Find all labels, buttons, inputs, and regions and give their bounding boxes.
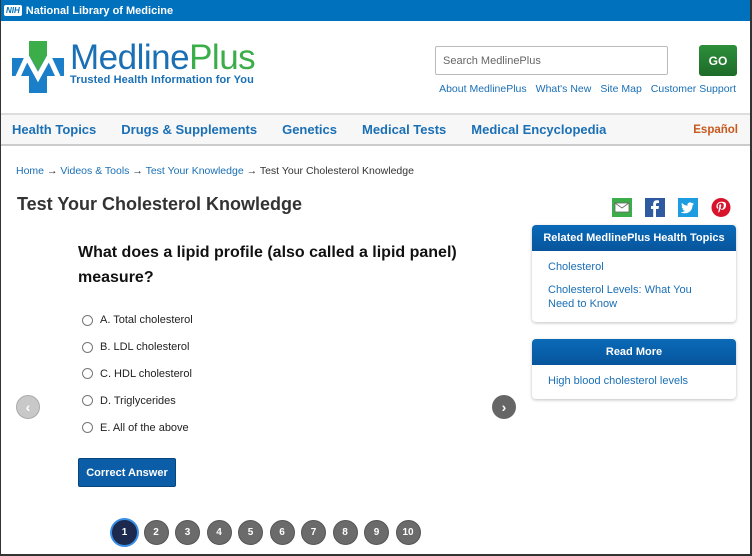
pinterest-icon[interactable] bbox=[711, 198, 731, 217]
chevron-left-icon: ‹ bbox=[25, 399, 31, 415]
page-button-9[interactable]: 9 bbox=[364, 520, 389, 545]
option-label: D. Triglycerides bbox=[100, 394, 176, 407]
question-pager: 1 2 3 4 5 6 7 8 9 10 bbox=[112, 520, 421, 545]
whats-new-link[interactable]: What's New bbox=[536, 83, 592, 95]
twitter-icon[interactable] bbox=[678, 198, 698, 217]
page-title: Test Your Cholesterol Knowledge bbox=[17, 194, 303, 214]
correct-answer-button[interactable]: Correct Answer bbox=[78, 458, 176, 487]
nav-medical-encyclopedia[interactable]: Medical Encyclopedia bbox=[471, 122, 606, 137]
search-go-button[interactable]: GO bbox=[699, 45, 737, 76]
breadcrumb-separator: → bbox=[132, 165, 143, 177]
chevron-right-icon: › bbox=[501, 399, 507, 415]
answer-options: A. Total cholesterol B. LDL cholesterol … bbox=[82, 307, 193, 441]
related-topics-card: Related MedlinePlus Health Topics Choles… bbox=[532, 225, 736, 322]
option-a[interactable]: A. Total cholesterol bbox=[82, 307, 193, 334]
site-header: MedlinePlus Trusted Health Information f… bbox=[1, 21, 750, 113]
logo-tagline: Trusted Health Information for You bbox=[70, 74, 254, 86]
nlm-title[interactable]: National Library of Medicine bbox=[26, 5, 173, 17]
radio-button[interactable] bbox=[82, 314, 93, 326]
quiz-question: What does a lipid profile (also called a… bbox=[78, 244, 457, 286]
breadcrumb: Home → Videos & Tools → Test Your Knowle… bbox=[16, 165, 414, 177]
option-label: A. Total cholesterol bbox=[100, 314, 193, 327]
related-link-cholesterol-levels[interactable]: Cholesterol Levels: What You Need to Kno… bbox=[548, 283, 720, 311]
option-label: B. LDL cholesterol bbox=[100, 341, 190, 354]
customer-support-link[interactable]: Customer Support bbox=[651, 83, 736, 95]
page-button-3[interactable]: 3 bbox=[175, 520, 200, 545]
page-button-4[interactable]: 4 bbox=[206, 520, 232, 545]
about-link[interactable]: About MedlinePlus bbox=[439, 83, 527, 95]
breadcrumb-home[interactable]: Home bbox=[16, 165, 44, 177]
email-icon[interactable] bbox=[612, 198, 632, 217]
nav-espanol[interactable]: Español bbox=[693, 124, 738, 136]
page-button-1[interactable]: 1 bbox=[112, 520, 137, 545]
page-button-5[interactable]: 5 bbox=[238, 520, 263, 545]
nav-genetics[interactable]: Genetics bbox=[282, 122, 337, 137]
page-button-10[interactable]: 10 bbox=[395, 520, 421, 545]
page-button-8[interactable]: 8 bbox=[332, 520, 358, 545]
option-c[interactable]: C. HDL cholesterol bbox=[82, 361, 193, 388]
page-button-7[interactable]: 7 bbox=[301, 520, 326, 545]
facebook-icon[interactable] bbox=[645, 198, 665, 217]
radio-button[interactable] bbox=[82, 395, 93, 407]
option-label: C. HDL cholesterol bbox=[100, 367, 192, 380]
breadcrumb-separator: → bbox=[46, 165, 58, 177]
nav-drugs-supplements[interactable]: Drugs & Supplements bbox=[121, 122, 257, 137]
radio-button[interactable] bbox=[82, 368, 93, 380]
next-question-button[interactable]: › bbox=[492, 395, 516, 419]
logo-wordmark: MedlinePlus bbox=[70, 38, 256, 77]
page-button-2[interactable]: 2 bbox=[143, 520, 169, 545]
utility-links: About MedlinePlus What's New Site Map Cu… bbox=[439, 83, 736, 95]
nav-health-topics[interactable]: Health Topics bbox=[12, 122, 96, 137]
breadcrumb-current: Test Your Cholesterol Knowledge bbox=[259, 165, 414, 177]
breadcrumb-test-knowledge[interactable]: Test Your Knowledge bbox=[146, 165, 244, 177]
medlineplus-cross-icon bbox=[12, 41, 64, 93]
nih-logo[interactable]: NIH bbox=[4, 5, 22, 16]
radio-button[interactable] bbox=[82, 422, 93, 434]
share-bar bbox=[612, 198, 731, 217]
related-link-cholesterol[interactable]: Cholesterol bbox=[548, 260, 720, 274]
read-more-link-high-cholesterol[interactable]: High blood cholesterol levels bbox=[548, 374, 720, 388]
option-d[interactable]: D. Triglycerides bbox=[82, 387, 193, 414]
site-map-link[interactable]: Site Map bbox=[600, 83, 641, 95]
main-nav: Health Topics Drugs & Supplements Geneti… bbox=[1, 113, 750, 146]
option-label: E. All of the above bbox=[100, 421, 189, 434]
related-topics-title: Related MedlinePlus Health Topics bbox=[532, 225, 736, 251]
page-button-6[interactable]: 6 bbox=[269, 520, 295, 545]
read-more-title: Read More bbox=[532, 339, 736, 365]
search-input[interactable] bbox=[435, 46, 668, 75]
read-more-card: Read More High blood cholesterol levels bbox=[532, 339, 736, 399]
option-e[interactable]: E. All of the above bbox=[82, 414, 193, 441]
medlineplus-logo[interactable]: MedlinePlus Trusted Health Information f… bbox=[12, 38, 256, 93]
radio-button[interactable] bbox=[82, 341, 93, 353]
nav-medical-tests[interactable]: Medical Tests bbox=[362, 122, 446, 137]
breadcrumb-separator: → bbox=[246, 165, 258, 177]
nlm-topbar: NIH National Library of Medicine bbox=[1, 0, 750, 21]
prev-question-button[interactable]: ‹ bbox=[16, 395, 40, 419]
breadcrumb-videos-tools[interactable]: Videos & Tools bbox=[60, 165, 129, 177]
option-b[interactable]: B. LDL cholesterol bbox=[82, 334, 193, 361]
